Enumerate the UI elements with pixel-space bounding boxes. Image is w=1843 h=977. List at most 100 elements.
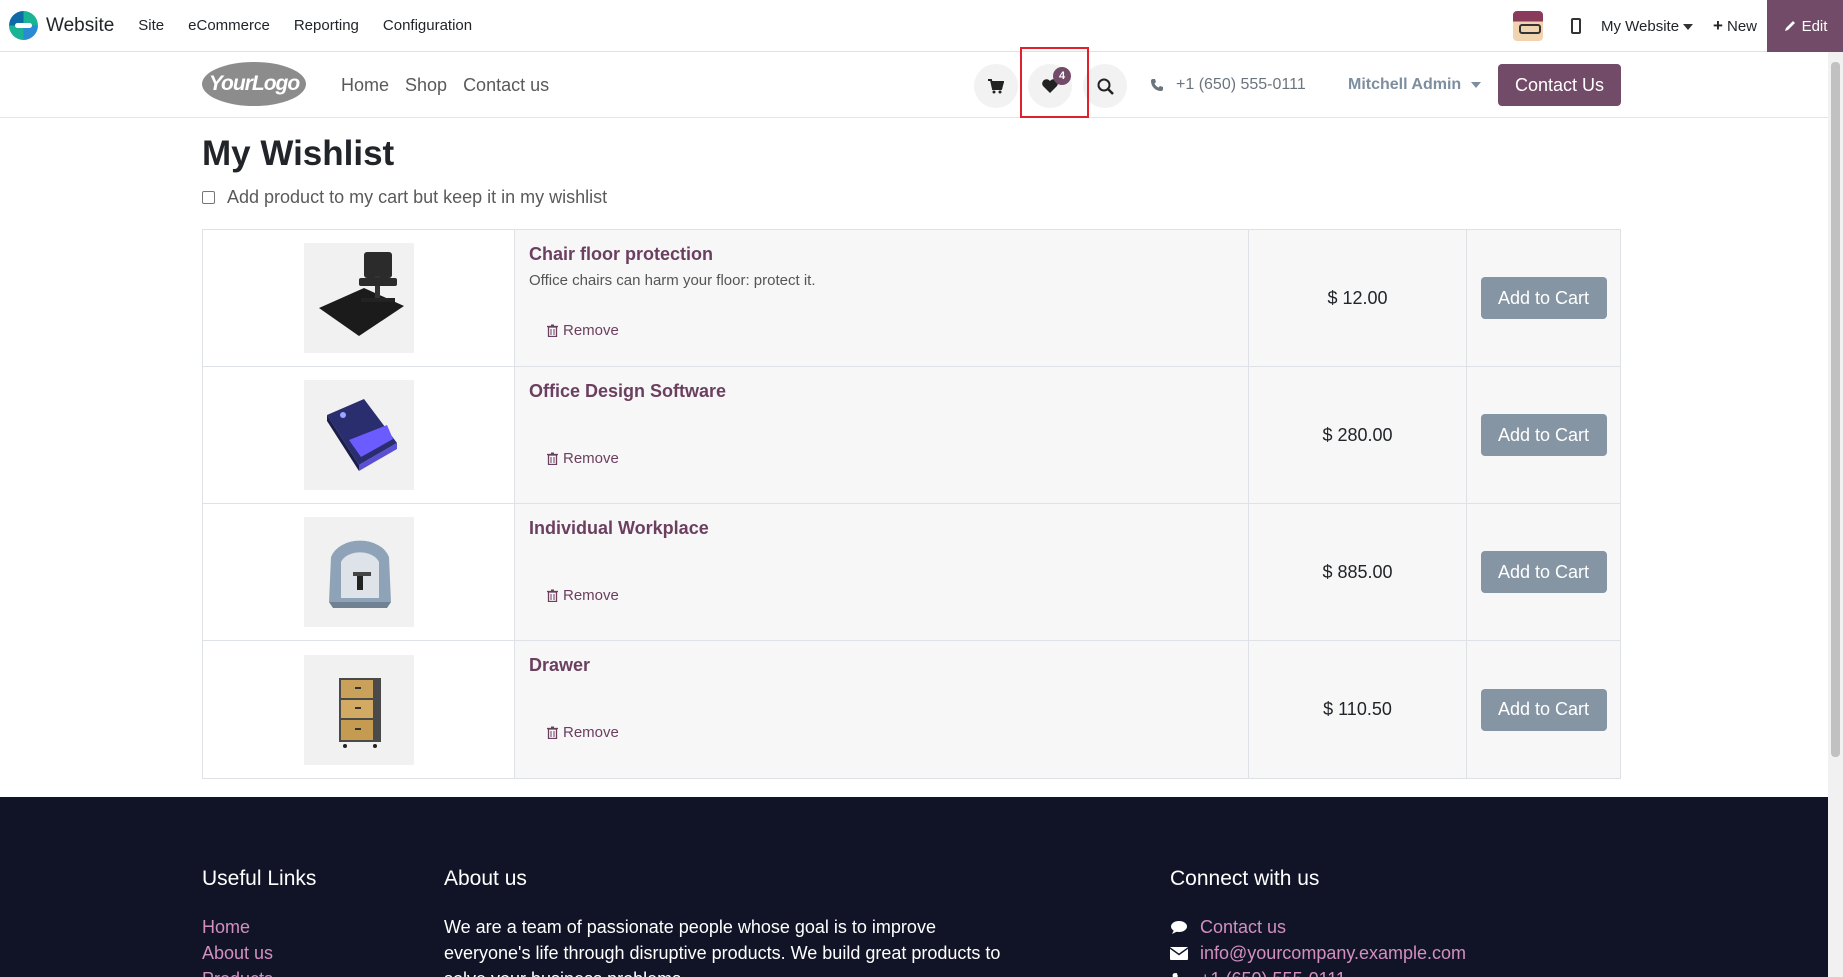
chair-mat-image: [318, 252, 404, 336]
remove-label: Remove: [563, 724, 619, 741]
product-price: $ 280.00: [1249, 367, 1467, 503]
remove-label: Remove: [563, 450, 619, 467]
keep-in-wishlist-checkbox[interactable]: [202, 191, 215, 204]
product-image-chair-floor-protection[interactable]: [303, 243, 414, 353]
product-action-cell: Add to Cart: [1467, 641, 1620, 778]
nav-home[interactable]: Home: [341, 75, 389, 96]
trash-icon: [547, 324, 558, 337]
admin-bar: Website Site eCommerce Reporting Configu…: [0, 0, 1843, 52]
contact-us-button[interactable]: Contact Us: [1498, 64, 1621, 106]
pencil-icon: [1784, 21, 1795, 31]
header-phone-number: +1 (650) 555-0111: [1176, 76, 1306, 93]
admin-menu-site[interactable]: Site: [126, 0, 176, 52]
keep-in-wishlist-label[interactable]: Add product to my cart but keep it in my…: [227, 187, 607, 208]
remove-button[interactable]: Remove: [547, 322, 619, 339]
product-price: $ 885.00: [1249, 504, 1467, 640]
wishlist-highlight-box: [1020, 47, 1089, 118]
footer-link-products[interactable]: Products: [202, 966, 273, 977]
product-image-individual-workplace[interactable]: [303, 517, 414, 627]
remove-label: Remove: [563, 587, 619, 604]
software-box-image: [326, 399, 397, 471]
admin-menu-reporting[interactable]: Reporting: [282, 0, 371, 52]
mobile-preview-icon[interactable]: [1570, 18, 1581, 34]
user-name: Mitchell Admin: [1348, 76, 1462, 93]
website-switcher-label: My Website: [1600, 17, 1680, 35]
app-brand[interactable]: Website: [0, 0, 114, 52]
admin-menu: Site eCommerce Reporting Configuration: [126, 0, 484, 52]
phone-icon: [1172, 972, 1178, 977]
remove-button[interactable]: Remove: [547, 587, 619, 604]
drawer-image: [338, 677, 381, 748]
cart-button[interactable]: [974, 64, 1018, 108]
site-logo[interactable]: YourLogo: [202, 62, 306, 106]
product-info-cell: Individual Workplace Remove: [515, 504, 1249, 640]
admin-menu-configuration[interactable]: Configuration: [371, 0, 484, 52]
remove-label: Remove: [563, 322, 619, 339]
caret-down-icon: [1683, 23, 1694, 30]
add-to-cart-button[interactable]: Add to Cart: [1480, 551, 1607, 593]
user-avatar[interactable]: [1512, 11, 1543, 41]
footer-about-title: About us: [444, 867, 527, 890]
product-image-cell: [203, 230, 515, 366]
product-info-cell: Chair floor protection Office chairs can…: [515, 230, 1249, 366]
footer-phone-label: +1 (650) 555-0111: [1200, 966, 1346, 977]
remove-button[interactable]: Remove: [547, 450, 619, 467]
footer-connect-title: Connect with us: [1170, 867, 1320, 890]
footer-useful-links-title: Useful Links: [202, 867, 317, 890]
product-image-drawer[interactable]: [303, 654, 414, 765]
nav-contact[interactable]: Contact us: [463, 75, 549, 96]
wishlist-row: Drawer Remove $ 110.50 Add to Cart: [203, 641, 1620, 778]
product-name-link[interactable]: Chair floor protection: [529, 244, 1234, 265]
product-name-link[interactable]: Office Design Software: [529, 381, 1234, 402]
page-title: My Wishlist: [202, 134, 395, 173]
search-icon: [1097, 78, 1114, 95]
footer-email-link[interactable]: info@yourcompany.example.com: [1170, 940, 1466, 966]
envelope-icon: [1170, 946, 1188, 960]
product-description: Office chairs can harm your floor: prote…: [529, 272, 816, 289]
wishlist-row: Chair floor protection Office chairs can…: [203, 230, 1620, 367]
site-nav: Home Shop Contact us: [341, 52, 565, 118]
site-header: YourLogo Home Shop Contact us 4 +1 (650)…: [0, 52, 1828, 118]
search-button[interactable]: [1083, 64, 1127, 108]
new-button-label: New: [1726, 18, 1757, 35]
trash-icon: [547, 452, 558, 465]
footer-link-about[interactable]: About us: [202, 940, 273, 966]
admin-actions: My Website + New Edit: [1512, 0, 1843, 52]
footer-phone-link[interactable]: +1 (650) 555-0111: [1170, 966, 1466, 977]
nav-shop[interactable]: Shop: [405, 75, 447, 96]
footer-link-home[interactable]: Home: [202, 914, 273, 940]
edit-button-label: Edit: [1801, 17, 1828, 35]
add-to-cart-button[interactable]: Add to Cart: [1480, 688, 1607, 731]
workplace-pod-image: [328, 540, 391, 608]
wishlist-row: Office Design Software Remove $ 280.00 A…: [203, 367, 1620, 504]
footer-email-label: info@yourcompany.example.com: [1200, 943, 1467, 963]
keep-in-wishlist-option: Add product to my cart but keep it in my…: [202, 187, 607, 208]
scrollbar-thumb[interactable]: [1831, 62, 1840, 757]
add-to-cart-button[interactable]: Add to Cart: [1480, 414, 1607, 456]
page-scrollbar[interactable]: [1828, 52, 1843, 977]
chat-icon: [1171, 920, 1187, 934]
website-switcher[interactable]: My Website: [1600, 17, 1694, 35]
wishlist-table: Chair floor protection Office chairs can…: [202, 229, 1621, 779]
product-image-cell: [203, 504, 515, 640]
website-app-icon: [9, 11, 38, 40]
product-image-cell: [203, 367, 515, 503]
edit-button[interactable]: Edit: [1767, 0, 1843, 52]
cart-icon: [988, 78, 1004, 93]
new-button[interactable]: + New: [1713, 16, 1757, 36]
footer-connect-list: Contact us info@yourcompany.example.com …: [1170, 914, 1466, 977]
add-to-cart-button[interactable]: Add to Cart: [1480, 277, 1607, 319]
remove-button[interactable]: Remove: [547, 724, 619, 741]
product-action-cell: Add to Cart: [1467, 367, 1620, 503]
trash-icon: [547, 589, 558, 602]
user-menu[interactable]: Mitchell Admin: [1348, 52, 1482, 118]
product-image-office-design-software[interactable]: [303, 380, 414, 490]
plus-icon: +: [1713, 16, 1723, 35]
footer-contact-link[interactable]: Contact us: [1170, 914, 1466, 940]
header-phone[interactable]: +1 (650) 555-0111: [1150, 52, 1306, 118]
product-name-link[interactable]: Individual Workplace: [529, 518, 1234, 539]
product-name-link[interactable]: Drawer: [529, 655, 1234, 676]
product-info-cell: Office Design Software Remove: [515, 367, 1249, 503]
product-image-cell: [203, 641, 515, 778]
admin-menu-ecommerce[interactable]: eCommerce: [176, 0, 282, 52]
